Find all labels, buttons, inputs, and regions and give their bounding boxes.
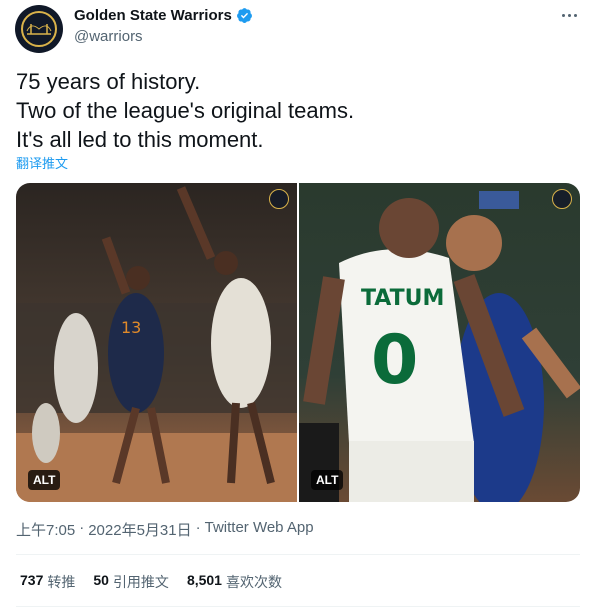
divider [16,606,580,607]
divider [16,554,580,555]
likes-count: 8,501 [186,572,222,588]
author-name-row: Golden State Warriors [74,7,253,24]
warriors-logo-icon [552,189,572,209]
tweet-date[interactable]: 2022年5月31日 [88,519,191,540]
verified-badge-icon [236,8,252,23]
retweets-label: 转推 [47,574,76,590]
likes-stat[interactable]: 8,501 喜欢次数 [187,572,282,592]
handle[interactable]: @warriors [74,28,143,45]
warriors-logo-icon [269,189,289,209]
translate-link[interactable]: 翻译推文 [16,153,68,172]
photo-vintage-game[interactable]: 13 ALT [16,183,297,502]
svg-text:0: 0 [371,321,418,400]
quotes-count: 50 [93,572,109,588]
alt-button[interactable]: ALT [28,470,61,490]
tweet-card: Golden State Warriors @warriors 75 years… [0,0,596,610]
tweet-line: It's all led to this moment. [16,127,264,152]
quotes-stat[interactable]: 50 引用推文 [93,572,169,592]
vintage-game-image: 13 [16,183,297,502]
more-options-icon[interactable] [558,6,580,24]
tweet-source[interactable]: Twitter Web App [205,519,314,540]
quotes-label: 引用推文 [112,574,169,590]
display-name[interactable]: Golden State Warriors [74,7,232,24]
tweet-line: Two of the league's original teams. [16,98,355,123]
retweets-count: 737 [20,572,44,588]
tweet-stats: 737 转推 50 引用推文 8,501 喜欢次数 [20,572,282,592]
likes-label: 喜欢次数 [225,574,282,590]
tatum-curry-image: TATUM 0 [299,183,580,502]
alt-button[interactable]: ALT [311,470,344,490]
tweet-line: 75 years of history. [16,69,201,94]
photo-tatum-curry[interactable]: TATUM 0 ALT [299,183,580,502]
tweet-time[interactable]: 上午7:05 [16,519,75,540]
avatar[interactable] [15,5,63,53]
tweet-text: 75 years of history. Two of the league's… [16,67,354,154]
meta-separator: · [195,519,201,536]
svg-text:13: 13 [121,318,141,337]
svg-text:TATUM: TATUM [361,286,444,311]
media-grid: 13 ALT TATUM 0 ALT [16,183,580,502]
tweet-meta: 上午7:05 · 2022年5月31日 · Twitter Web App [16,519,314,540]
meta-separator: · [79,519,85,536]
retweets-stat[interactable]: 737 转推 [20,572,75,592]
warriors-logo-icon [21,11,57,47]
